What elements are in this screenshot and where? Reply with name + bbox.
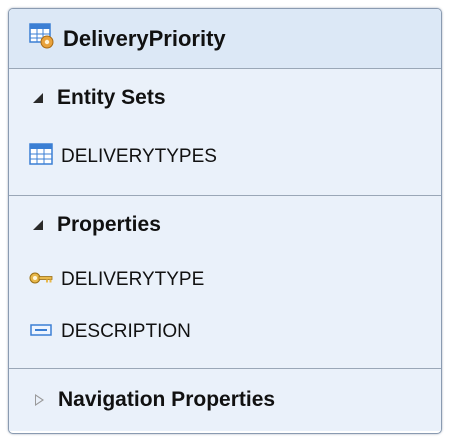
- expand-triangle-icon[interactable]: [33, 220, 43, 230]
- entity-set-label: DELIVERYTYPES: [61, 146, 217, 167]
- property-label: DESCRIPTION: [61, 321, 191, 342]
- navigation-properties-section: Navigation Properties: [9, 369, 441, 431]
- properties-title: Properties: [57, 213, 161, 236]
- entity-title: DeliveryPriority: [63, 25, 226, 51]
- entity-box[interactable]: DeliveryPriority Entity Sets DELIVERYTYP…: [8, 8, 442, 434]
- list-item[interactable]: DELIVERYTYPE: [9, 254, 441, 306]
- entity-header[interactable]: DeliveryPriority: [9, 9, 441, 69]
- key-icon: [29, 269, 53, 291]
- properties-header[interactable]: Properties: [9, 196, 441, 254]
- entity-set-icon: [29, 143, 53, 171]
- entity-sets-header[interactable]: Entity Sets: [9, 69, 441, 127]
- properties-section: Properties DELIVERYTYPE DESCRIPTION: [9, 196, 441, 369]
- entity-type-icon: [29, 23, 55, 54]
- property-icon: [29, 321, 53, 343]
- navigation-properties-header[interactable]: Navigation Properties: [9, 369, 441, 431]
- collapse-triangle-icon[interactable]: [35, 394, 44, 406]
- entity-sets-title: Entity Sets: [57, 86, 166, 109]
- navigation-properties-title: Navigation Properties: [58, 388, 276, 411]
- list-item[interactable]: DELIVERYTYPES: [9, 127, 441, 187]
- list-item[interactable]: DESCRIPTION: [9, 306, 441, 358]
- property-label: DELIVERYTYPE: [61, 269, 205, 290]
- expand-triangle-icon[interactable]: [33, 93, 43, 103]
- entity-sets-section: Entity Sets DELIVERYTYPES: [9, 69, 441, 196]
